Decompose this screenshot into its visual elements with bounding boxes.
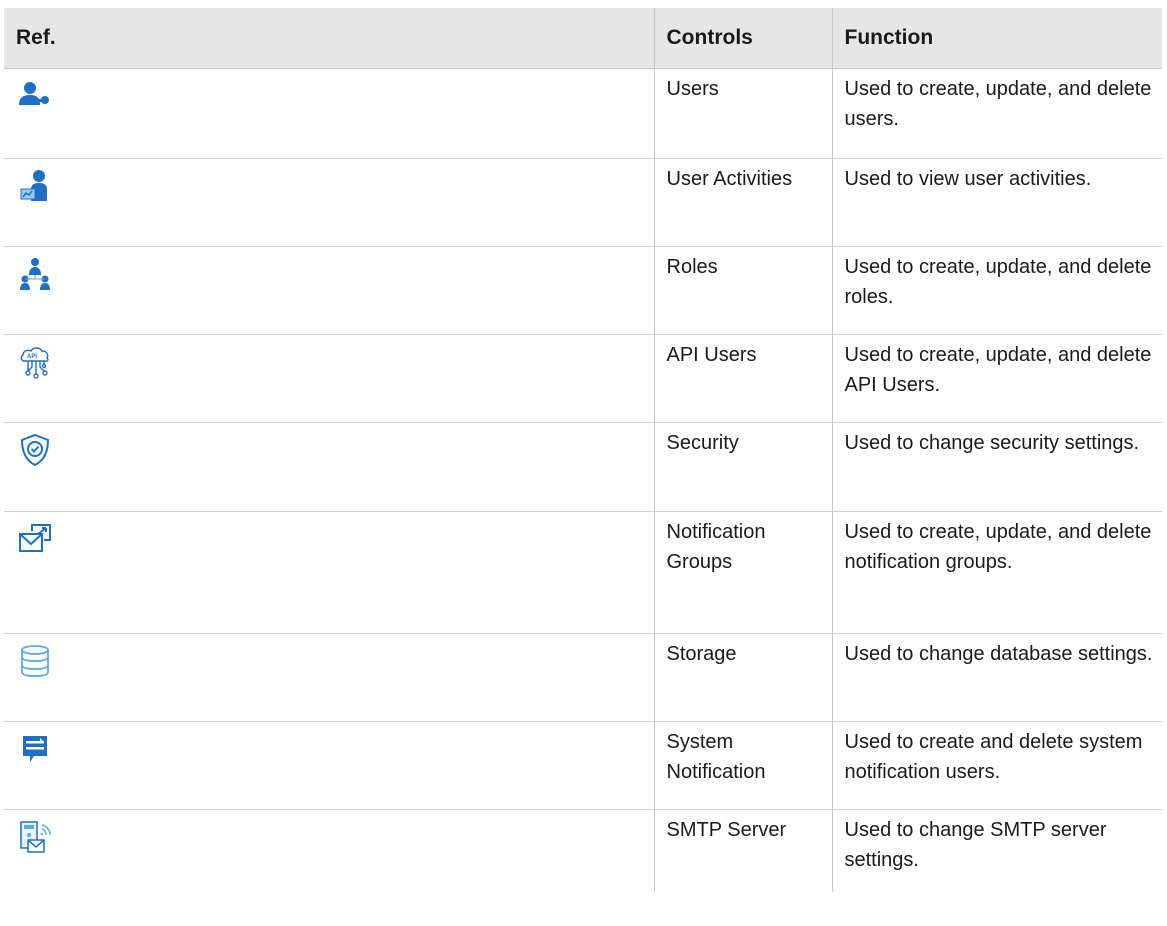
table-row: System Notification Used to create and d… bbox=[4, 721, 1162, 810]
controls-cell: Security bbox=[653, 422, 832, 512]
header-function: Function bbox=[831, 8, 1162, 69]
roles-hierarchy-icon bbox=[18, 257, 52, 291]
header-ref: Ref. bbox=[4, 8, 654, 69]
ref-cell bbox=[4, 68, 654, 159]
reference-table: Ref. Controls Function Users Used to cre… bbox=[4, 8, 1162, 892]
controls-cell: SMTP Server bbox=[653, 809, 832, 892]
function-cell: Used to change security settings. bbox=[831, 422, 1162, 512]
ref-cell bbox=[4, 721, 654, 810]
function-cell: Used to create, update, and delete API U… bbox=[831, 334, 1162, 423]
ref-cell bbox=[4, 810, 654, 892]
function-cell: Used to change SMTP server settings. bbox=[831, 809, 1162, 892]
table-row: Notification Groups Used to create, upda… bbox=[4, 511, 1162, 634]
user-activity-icon bbox=[18, 169, 52, 203]
controls-cell: Users bbox=[653, 68, 832, 159]
table-row: SMTP Server Used to change SMTP server s… bbox=[4, 809, 1162, 892]
security-shield-icon bbox=[18, 433, 52, 467]
notification-envelope-icon bbox=[18, 522, 52, 556]
table-row: Security Used to change security setting… bbox=[4, 422, 1162, 512]
table-row: User Activities Used to view user activi… bbox=[4, 158, 1162, 247]
ref-cell bbox=[4, 246, 654, 335]
function-cell: Used to create, update, and delete notif… bbox=[831, 511, 1162, 634]
api-cloud-icon: API bbox=[18, 345, 52, 379]
function-cell: Used to change database settings. bbox=[831, 633, 1162, 722]
table-row: Storage Used to change database settings… bbox=[4, 633, 1162, 722]
ref-cell bbox=[4, 422, 654, 512]
smtp-server-icon bbox=[18, 820, 52, 854]
header-controls: Controls bbox=[653, 8, 832, 69]
controls-cell: Storage bbox=[653, 633, 832, 722]
controls-cell: Notification Groups bbox=[653, 511, 832, 634]
table-row: Roles Used to create, update, and delete… bbox=[4, 246, 1162, 335]
user-key-icon bbox=[18, 79, 52, 113]
controls-cell: API Users bbox=[653, 334, 832, 423]
ref-cell: API bbox=[4, 334, 654, 423]
table-row: Users Used to create, update, and delete… bbox=[4, 68, 1162, 159]
function-cell: Used to view user activities. bbox=[831, 158, 1162, 247]
svg-text:API: API bbox=[27, 354, 37, 360]
controls-cell: System Notification bbox=[653, 721, 832, 810]
table-header-row: Ref. Controls Function bbox=[4, 8, 1162, 69]
function-cell: Used to create and delete system notific… bbox=[831, 721, 1162, 810]
ref-cell bbox=[4, 511, 654, 634]
table-row: API API Users Used to create, update, an… bbox=[4, 334, 1162, 423]
ref-cell bbox=[4, 633, 654, 722]
database-storage-icon bbox=[18, 644, 52, 678]
function-cell: Used to create, update, and delete users… bbox=[831, 68, 1162, 159]
ref-cell bbox=[4, 158, 654, 247]
controls-cell: Roles bbox=[653, 246, 832, 335]
controls-cell: User Activities bbox=[653, 158, 832, 247]
system-notification-icon bbox=[18, 732, 52, 766]
function-cell: Used to create, update, and delete roles… bbox=[831, 246, 1162, 335]
